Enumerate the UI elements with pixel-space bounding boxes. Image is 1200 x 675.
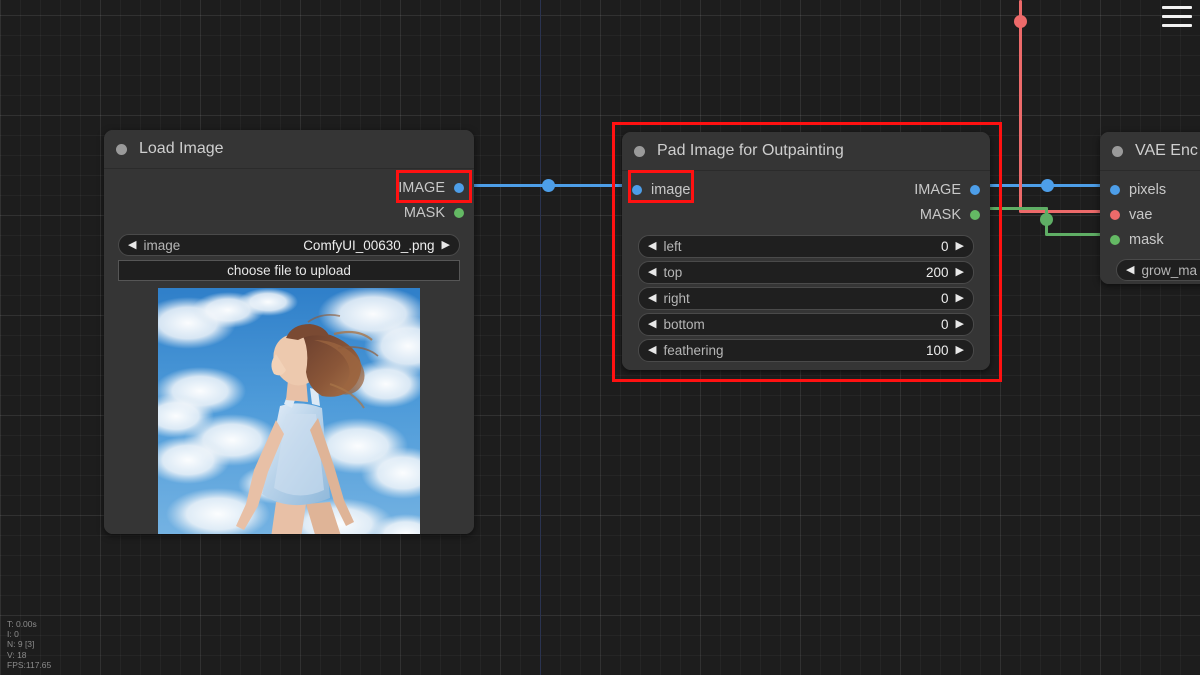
chevron-left-icon[interactable]: ◀ <box>648 319 656 330</box>
stat-vertices: V: 18 <box>7 649 27 660</box>
node-vae-encode[interactable]: VAE Enc pixels vae mask ◀ grow_ma <box>1100 132 1200 284</box>
node-collapse-dot-icon[interactable] <box>1112 145 1123 157</box>
output-slot-dot-image[interactable] <box>970 184 980 195</box>
widget-right[interactable]: ◀ right 0 ▶ <box>638 287 974 310</box>
chevron-right-icon[interactable]: ▶ <box>956 345 964 356</box>
node-body-load-image: IMAGE MASK ◀ image ComfyUI_00630_.png ▶ … <box>104 169 474 534</box>
widget-label-right: right <box>663 291 690 306</box>
output-slot-mask[interactable]: MASK <box>622 202 990 227</box>
output-slot-dot-image[interactable] <box>454 182 464 193</box>
choose-file-to-upload-button[interactable]: choose file to upload <box>118 260 460 281</box>
chevron-left-icon[interactable]: ◀ <box>128 239 136 251</box>
output-slot-image[interactable]: IMAGE <box>104 175 474 200</box>
preview-illustration <box>158 288 420 534</box>
widget-image-combo[interactable]: ◀ image ComfyUI_00630_.png ▶ <box>118 234 460 256</box>
link-vae-origin-dot <box>1014 15 1027 28</box>
widget-value-feathering: 100 <box>926 343 949 358</box>
output-slot-dot-mask[interactable] <box>970 209 980 220</box>
input-slot-label: mask <box>1129 231 1164 248</box>
node-header-vae-encode[interactable]: VAE Enc <box>1100 132 1200 171</box>
canvas-axis-vertical <box>540 0 541 675</box>
chevron-left-icon[interactable]: ◀ <box>1126 264 1134 276</box>
stat-iterations: I: 0 <box>7 629 19 640</box>
output-slot-label: IMAGE <box>914 181 961 198</box>
node-title-vae-encode: VAE Enc <box>1135 142 1198 159</box>
widget-label-image: image <box>143 237 181 253</box>
stat-fps: FPS:117.65 <box>7 659 52 670</box>
input-slot-label: pixels <box>1129 181 1167 198</box>
input-slot-vae[interactable]: vae <box>1100 202 1200 227</box>
widget-grow-mask[interactable]: ◀ grow_ma <box>1116 259 1200 281</box>
link-midpoint-dot <box>542 179 555 192</box>
node-header-pad-image[interactable]: Pad Image for Outpainting <box>622 132 990 171</box>
widget-label-feathering: feathering <box>663 343 724 358</box>
output-slot-dot-mask[interactable] <box>454 207 464 218</box>
widget-value-top: 200 <box>926 265 949 280</box>
stat-nodes: N: 9 [3] <box>7 639 35 650</box>
input-slot-dot-image[interactable] <box>632 184 642 195</box>
output-slot-label: MASK <box>919 206 961 223</box>
input-slot-mask[interactable]: mask <box>1100 227 1200 252</box>
hamburger-bar <box>1162 15 1192 18</box>
chevron-left-icon[interactable]: ◀ <box>648 267 656 278</box>
input-slot-pixels[interactable]: pixels <box>1100 177 1200 202</box>
hamburger-bar <box>1162 24 1192 27</box>
canvas-stats-overlay: T: 0.00s I: 0 N: 9 [3] V: 18 FPS:117.65 <box>7 619 51 670</box>
input-slot-dot-vae[interactable] <box>1110 209 1120 220</box>
output-slot-label: MASK <box>403 204 445 221</box>
chevron-right-icon[interactable]: ▶ <box>956 267 964 278</box>
output-slot-mask[interactable]: MASK <box>104 200 474 225</box>
chevron-right-icon[interactable]: ▶ <box>956 241 964 252</box>
link-vae-vertical <box>1019 0 1022 212</box>
node-collapse-dot-icon[interactable] <box>116 143 127 155</box>
node-body-vae-encode: pixels vae mask ◀ grow_ma <box>1100 171 1200 284</box>
link-mask-midpoint-dot <box>1040 213 1053 226</box>
widget-label-left: left <box>663 239 682 254</box>
chevron-right-icon[interactable]: ▶ <box>442 239 450 251</box>
widget-bottom[interactable]: ◀ bottom 0 ▶ <box>638 313 974 336</box>
input-slot-image[interactable]: image <box>622 177 691 202</box>
chevron-right-icon[interactable]: ▶ <box>956 319 964 330</box>
widget-value-image: ComfyUI_00630_.png <box>303 237 435 253</box>
comfyui-graph-canvas[interactable]: Load Image IMAGE MASK ◀ image ComfyUI_00… <box>0 0 1200 675</box>
image-preview[interactable] <box>158 288 420 534</box>
output-slot-label: IMAGE <box>398 179 445 196</box>
node-body-pad-image: image IMAGE MASK ◀ left 0 ▶ ◀ top 200 ▶ … <box>622 171 990 370</box>
node-collapse-dot-icon[interactable] <box>634 145 645 157</box>
input-slot-dot-mask[interactable] <box>1110 234 1120 245</box>
stat-time: T: 0.00s <box>7 618 37 629</box>
chevron-right-icon[interactable]: ▶ <box>956 293 964 304</box>
node-title-pad-image: Pad Image for Outpainting <box>657 142 844 159</box>
node-pad-image-for-outpainting[interactable]: Pad Image for Outpainting image IMAGE MA… <box>622 132 990 370</box>
widget-value-right: 0 <box>941 291 949 306</box>
node-header-load-image[interactable]: Load Image <box>104 130 474 169</box>
widget-top[interactable]: ◀ top 200 ▶ <box>638 261 974 284</box>
widget-value-bottom: 0 <box>941 317 949 332</box>
link-mask-seg-a <box>986 207 1048 210</box>
widget-label-grow-mask: grow_ma <box>1141 262 1197 278</box>
widget-left[interactable]: ◀ left 0 ▶ <box>638 235 974 258</box>
hamburger-bar <box>1162 6 1192 9</box>
hamburger-menu-icon[interactable] <box>1162 6 1192 27</box>
widget-label-top: top <box>663 265 683 280</box>
input-slot-label: image <box>651 181 691 198</box>
node-title-load-image: Load Image <box>139 140 224 157</box>
chevron-left-icon[interactable]: ◀ <box>648 345 656 356</box>
widget-label-bottom: bottom <box>663 317 705 332</box>
chevron-left-icon[interactable]: ◀ <box>648 241 656 252</box>
input-slot-dot-pixels[interactable] <box>1110 184 1120 195</box>
input-slot-label: vae <box>1129 206 1153 223</box>
widget-value-left: 0 <box>941 239 949 254</box>
widget-feathering[interactable]: ◀ feathering 100 ▶ <box>638 339 974 362</box>
node-load-image[interactable]: Load Image IMAGE MASK ◀ image ComfyUI_00… <box>104 130 474 534</box>
output-slot-image[interactable]: IMAGE <box>914 177 990 202</box>
chevron-left-icon[interactable]: ◀ <box>648 293 656 304</box>
link-midpoint-dot <box>1041 179 1054 192</box>
